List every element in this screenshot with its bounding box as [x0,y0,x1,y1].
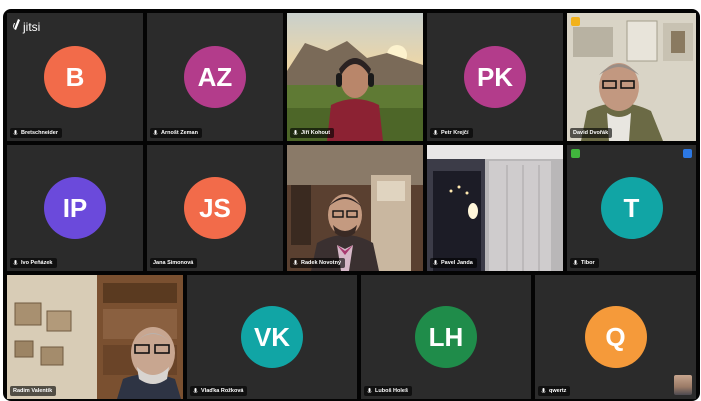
mic-icon [433,259,438,267]
participant-name: Vlaďka Rožková [201,388,244,394]
avatar: Q [584,306,647,368]
name-tag: Pavel Janda [430,258,477,268]
mic-icon [541,387,546,395]
participant-tile[interactable]: PK Petr Krejčí [427,13,563,141]
jitsi-logo-icon [12,19,21,34]
participant-tile[interactable]: JS Jana Simonová [147,145,283,271]
participant-tile[interactable]: VK Vlaďka Rožková [187,275,357,399]
name-tag: Ivo Peňázek [10,258,57,268]
name-tag: Arnošt Zeman [150,128,202,138]
participant-name: Luboš Holeš [375,388,409,394]
name-tag: Vlaďka Rožková [190,386,248,396]
connection-icon [683,149,692,158]
avatar: LH [415,306,477,368]
raised-hand-icon [571,17,580,26]
participant-tile[interactable]: Q qwertz [535,275,696,399]
participant-tile[interactable]: Radim Valentík [7,275,183,399]
participant-tile[interactable]: Pavel Janda [427,145,563,271]
avatar: B [44,46,106,108]
avatar: VK [241,306,303,368]
name-tag: Luboš Holeš [364,386,413,396]
mic-icon [13,129,18,137]
participant-name: Radek Novotný [301,260,342,266]
name-tag: Petr Krejčí [430,128,473,138]
mic-icon [293,129,298,137]
participant-name: Tibor [581,260,595,266]
video-feed [427,145,563,271]
video-feed [287,13,423,141]
participant-tile[interactable]: T Tibor [567,145,696,271]
participant-tile[interactable]: LH Luboš Holeš [361,275,531,399]
participant-name: Radim Valentík [13,388,53,394]
jitsi-logo[interactable]: jitsi [12,19,41,34]
mic-icon [573,259,578,267]
participant-tile[interactable]: Jiří Kohout [287,13,423,141]
name-tag: Jana Simonová [150,258,198,268]
self-view-thumbnail[interactable] [674,375,692,395]
name-tag: Bretschneider [10,128,62,138]
participant-tile[interactable]: Radek Novotný [287,145,423,271]
avatar: PK [464,46,526,108]
mic-icon [13,259,18,267]
participant-name: Petr Krejčí [441,130,469,136]
avatar: AZ [184,46,246,108]
name-tag: Tibor [570,258,599,268]
name-tag: David Dvořák [570,128,613,138]
participant-name: Ivo Peňázek [21,260,53,266]
avatar: IP [44,177,106,239]
participant-name: Bretschneider [21,130,58,136]
mic-icon [433,129,438,137]
video-feed [287,145,423,271]
mic-icon [193,387,198,395]
conference-stage: jitsi B Bretschneider AZ Arnošt Zeman Ji… [3,9,700,401]
name-tag: Radek Novotný [290,258,346,268]
participant-name: Pavel Janda [441,260,473,266]
avatar: T [600,177,663,239]
participant-tile[interactable]: AZ Arnošt Zeman [147,13,283,141]
avatar: JS [184,177,246,239]
participant-name: Arnošt Zeman [161,130,198,136]
jitsi-logo-text: jitsi [23,19,41,34]
participant-tile[interactable]: David Dvořák [567,13,696,141]
name-tag: Radim Valentík [10,386,57,396]
video-feed [7,275,183,399]
participant-name: Jiří Kohout [301,130,331,136]
mic-icon [293,259,298,267]
participant-tile[interactable]: IP Ivo Peňázek [7,145,143,271]
connection-icon [571,149,580,158]
mic-icon [367,387,372,395]
mic-icon [153,129,158,137]
name-tag: Jiří Kohout [290,128,335,138]
participant-name: Jana Simonová [153,260,194,266]
participant-name: qwertz [549,388,567,394]
name-tag: qwertz [538,386,571,396]
video-feed [567,13,696,141]
participant-name: David Dvořák [573,130,609,136]
